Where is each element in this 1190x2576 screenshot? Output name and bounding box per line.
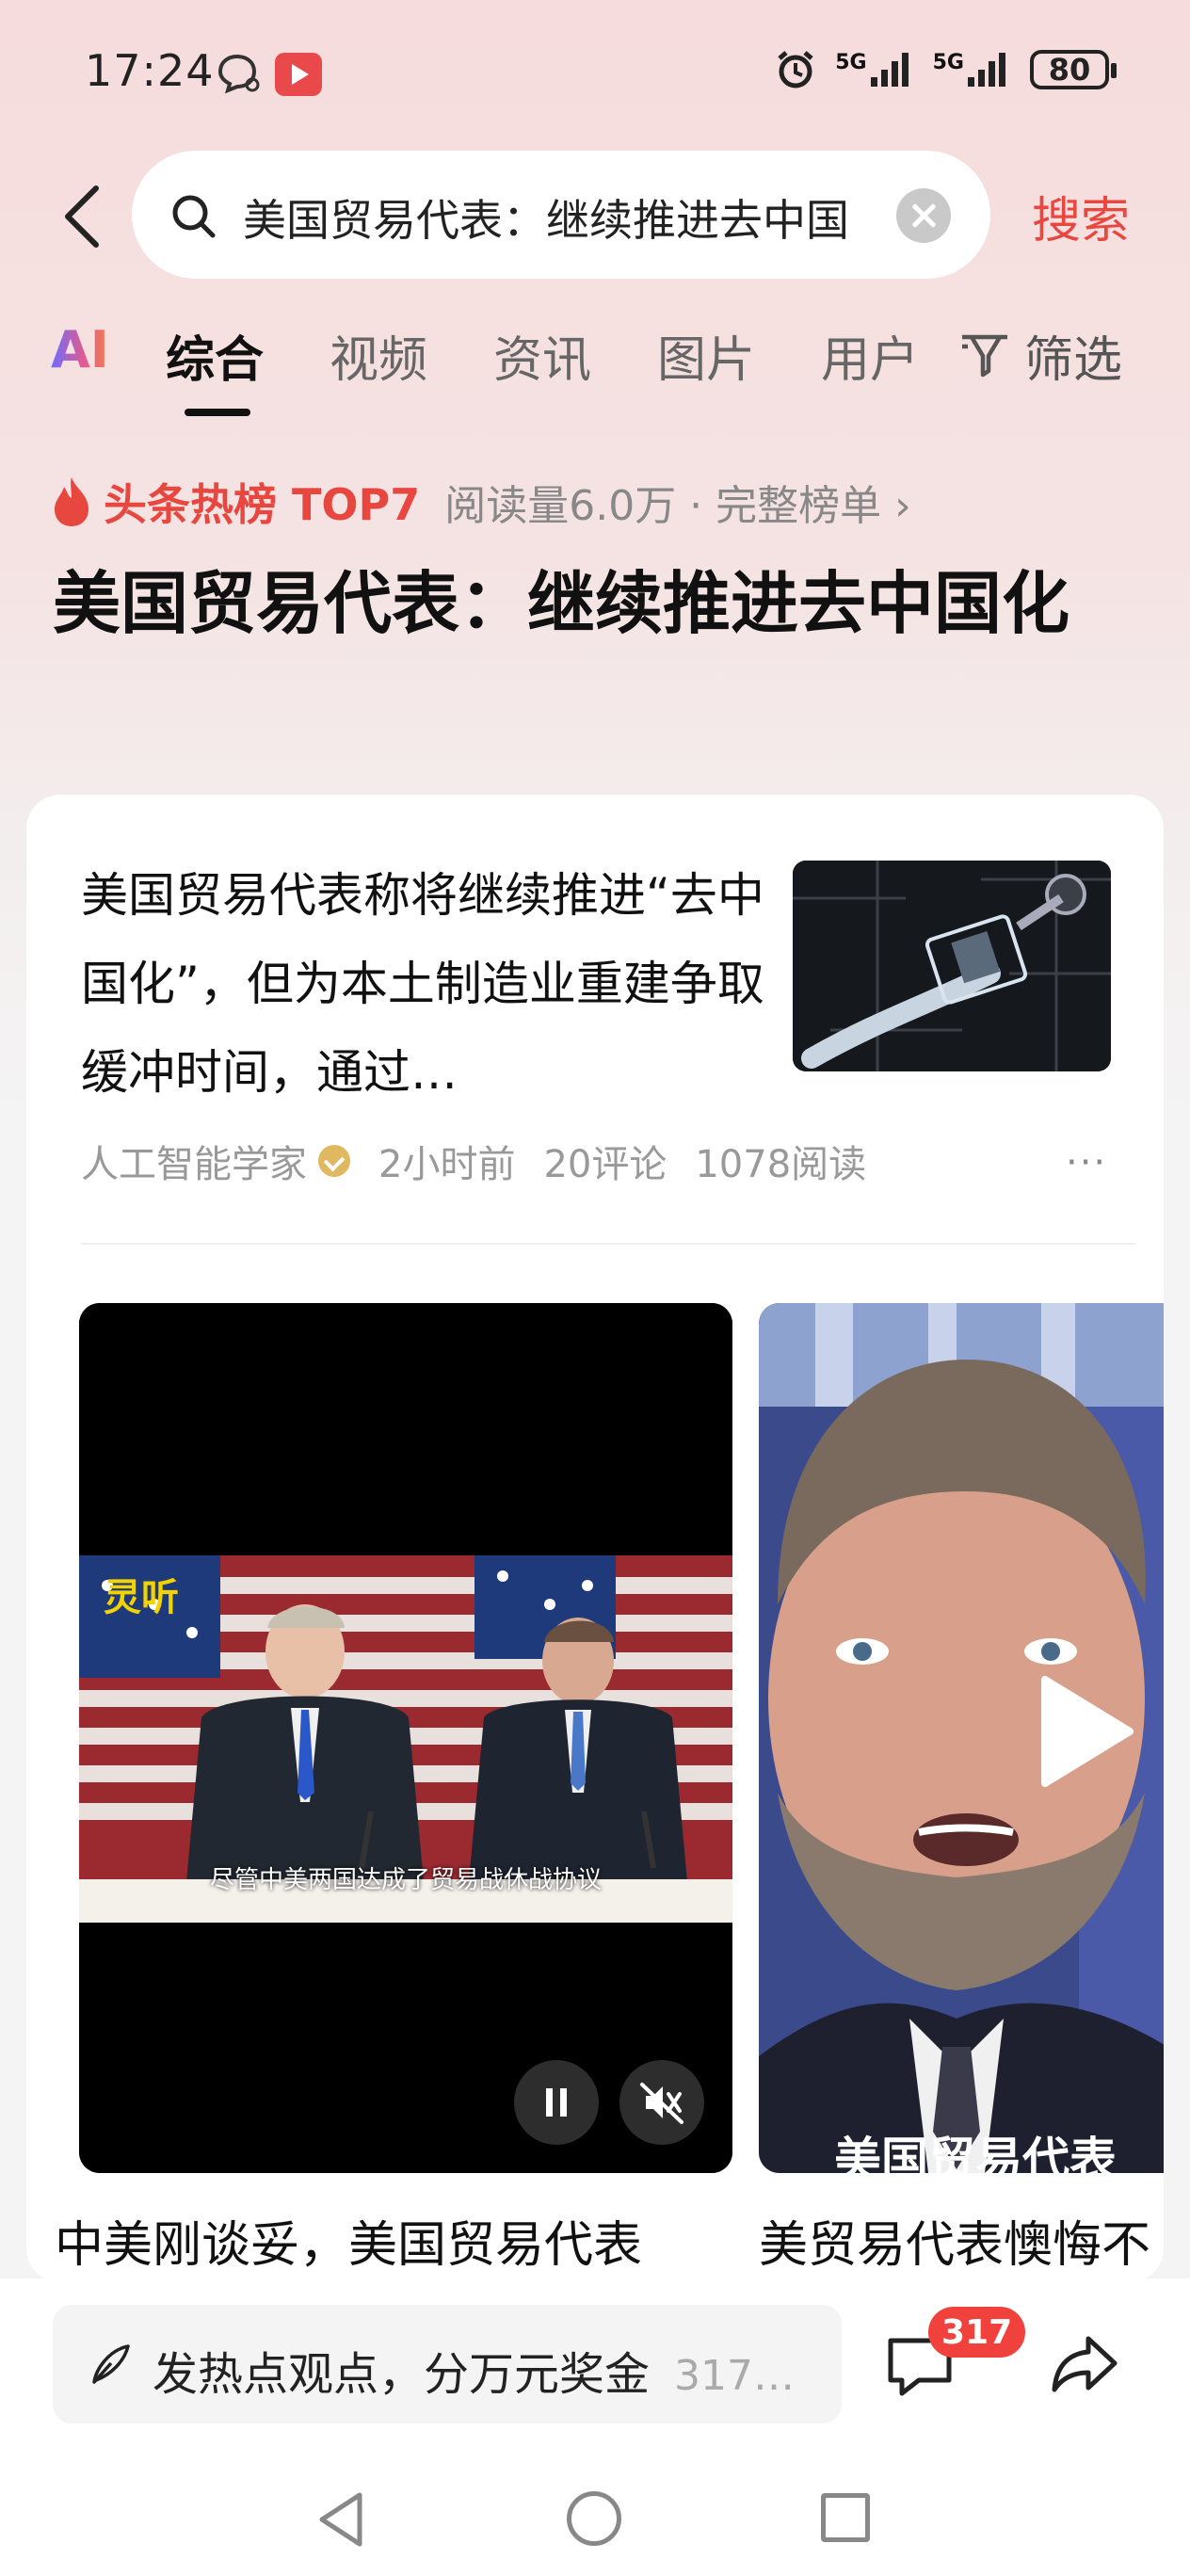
- flame-icon: [55, 477, 88, 526]
- search-icon: [172, 195, 216, 238]
- status-bar: 17:24 5G 5G 80: [0, 0, 1190, 141]
- video-title-1[interactable]: 中美刚谈妥，美国贸易代表: [55, 2205, 642, 2276]
- tab-news[interactable]: 资讯: [493, 320, 591, 391]
- video-subtitle: 尽管中美两国达成了贸易战休战协议: [209, 1866, 602, 1894]
- tab-users[interactable]: 用户: [821, 320, 919, 391]
- filter-label: 筛选: [1024, 332, 1123, 389]
- search-input[interactable]: 美国贸易代表：继续推进去中国化: [132, 151, 990, 279]
- video-caption: 美国贸易代表: [834, 2133, 1117, 2173]
- results-card: 美国贸易代表称将继续推进“去中国化”，但为本土制造业重建争取缓冲时间，通过… 人…: [26, 795, 1164, 2282]
- system-nav-bar: [0, 2467, 1190, 2570]
- verified-badge-icon: [318, 1145, 350, 1177]
- tab-active-indicator: [185, 409, 250, 416]
- chat-notification-icon: [217, 54, 260, 94]
- status-right: 5G 5G 80: [775, 49, 1117, 90]
- filter-icon: [962, 334, 1007, 377]
- hot-list-label: 头条热榜 TOP7: [104, 479, 421, 530]
- nav-recent-apps-icon[interactable]: [821, 2493, 870, 2542]
- more-options-button[interactable]: ···: [1066, 1141, 1107, 1184]
- filter-button[interactable]: 筛选: [958, 320, 1122, 391]
- video-watermark: 灵听: [104, 1575, 179, 1619]
- comment-count-badge: 317: [928, 2307, 1026, 2358]
- divider: [81, 1243, 1135, 1245]
- share-icon[interactable]: [1051, 2331, 1120, 2397]
- hot-list-meta[interactable]: 阅读量6.0万 · 完整榜单 ›: [444, 472, 911, 532]
- search-button[interactable]: 搜索: [1032, 181, 1130, 251]
- comment-placeholder: 发热点观点，分万元奖金 317…: [153, 2348, 795, 2401]
- hot-list-badge[interactable]: 头条热榜 TOP7 阅读量6.0万 · 完整榜单 ›: [51, 471, 911, 533]
- article-time: 2小时前: [378, 1143, 516, 1186]
- battery-indicator: 80: [1030, 50, 1117, 89]
- article-reads: 1078阅读: [695, 1143, 867, 1186]
- tab-comprehensive[interactable]: 综合: [166, 320, 264, 391]
- signal-1: 5G: [835, 51, 913, 89]
- signal-2: 5G: [933, 51, 1011, 89]
- signal-bars-icon: [870, 53, 909, 87]
- tab-images[interactable]: 图片: [657, 320, 755, 391]
- video-card-2[interactable]: 美国贸易代表: [759, 1303, 1164, 2173]
- article-thumbnail[interactable]: [793, 861, 1111, 1071]
- article-author[interactable]: 人工智能学家: [81, 1134, 307, 1188]
- topic-title: 美国贸易代表：继续推进去中国化: [53, 564, 1070, 643]
- bottom-bar: 发热点观点，分万元奖金 317… 317: [0, 2278, 1190, 2576]
- article-summary[interactable]: 美国贸易代表称将继续推进“去中国化”，但为本土制造业重建争取缓冲时间，通过…: [81, 851, 778, 1117]
- pen-icon: [92, 2344, 130, 2384]
- tab-ai[interactable]: AI: [51, 320, 109, 379]
- result-tabs: AI 综合 视频 资讯 图片 用户 筛选: [0, 320, 1190, 424]
- clear-search-button[interactable]: [896, 188, 951, 243]
- video-card-1[interactable]: 灵听 尽管中美两国达成了贸易战休战协议: [79, 1303, 732, 2173]
- back-arrow-icon[interactable]: [55, 179, 111, 254]
- nav-back-icon[interactable]: [314, 2489, 367, 2550]
- nav-home-icon[interactable]: [567, 2491, 621, 2546]
- play-icon[interactable]: [1026, 1670, 1139, 1793]
- video-title-2[interactable]: 美贸易代表懊悔不: [759, 2205, 1150, 2276]
- pause-button[interactable]: [514, 2060, 599, 2145]
- article-comments: 20评论: [543, 1143, 667, 1186]
- status-time: 17:24: [85, 45, 215, 96]
- article-meta: 人工智能学家 2小时前 20评论 1078阅读: [81, 1134, 894, 1188]
- tab-video[interactable]: 视频: [330, 320, 427, 391]
- signal-bars-icon: [968, 53, 1005, 87]
- search-query[interactable]: 美国贸易代表：继续推进去中国化: [243, 186, 845, 249]
- volume-muted-icon: [640, 2083, 683, 2124]
- comment-input[interactable]: 发热点观点，分万元奖金 317…: [53, 2305, 842, 2423]
- video-app-icon: [275, 53, 322, 96]
- mute-button[interactable]: [619, 2060, 704, 2145]
- comment-count-inline: 317…: [674, 2352, 795, 2400]
- alarm-icon: [778, 51, 813, 89]
- video-frame-1: [79, 1303, 732, 2173]
- pause-icon: [546, 2088, 567, 2117]
